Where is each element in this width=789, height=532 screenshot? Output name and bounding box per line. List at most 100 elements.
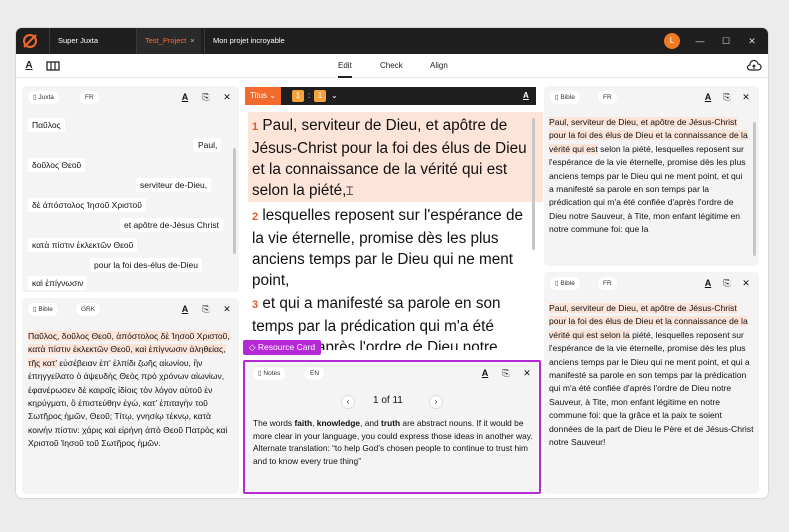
app-window: Super Juxta Project Test_Project × Mon pr… <box>16 28 768 498</box>
next-note-button[interactable]: › <box>429 395 443 409</box>
bible-text-rest: εὐσέβειαν ἐπ’ ἐλπίδι ζωῆς αἰωνίου, ἣν ἐπ… <box>28 357 228 449</box>
text-size-icon[interactable]: A <box>702 91 714 103</box>
mode-align[interactable]: Align <box>430 54 448 78</box>
resource-label: Notes <box>263 370 281 377</box>
text-size-icon[interactable]: A <box>179 303 191 315</box>
mode-check[interactable]: Check <box>380 54 403 78</box>
verse-number: 1 <box>252 121 259 133</box>
mode-toolbar: A Edit Check Align <box>16 54 768 78</box>
juxta-greek-line: Παῦλος <box>28 118 65 132</box>
close-icon[interactable]: ✕ <box>740 91 752 103</box>
verse-selector[interactable]: 1 <box>314 90 326 102</box>
note-pager: 1 of 11 <box>373 395 403 406</box>
window-close-button[interactable]: ✕ <box>740 28 764 54</box>
add-document-icon[interactable]: ⎘ <box>721 91 733 103</box>
cloud-upload-icon[interactable] <box>746 58 762 74</box>
chapter-selector[interactable]: 1 <box>292 90 304 102</box>
text-size-icon[interactable]: A <box>523 87 529 105</box>
french-bible-panel-bottom: ▯ Bible FR A ⎘ ✕ Paul, serviteur de Dieu… <box>544 272 759 494</box>
french-bible-panel-top: ▯ Bible FR A ⎘ ✕ Paul, serviteur de Dieu… <box>544 86 759 266</box>
bible-text: Paul, serviteur de Dieu, et apôtre de Jé… <box>549 302 754 449</box>
note-term: faith <box>294 418 313 428</box>
verse-text: Paul, serviteur de Dieu, et apôtre de Jé… <box>252 117 527 199</box>
juxta-greek-line: κατὰ πίστιν ἐκλεκτῶν Θεοῦ <box>28 238 138 252</box>
verse-editor-2[interactable]: 2 lesquelles reposent sur l'espérance de… <box>248 202 543 294</box>
greek-bible-panel: ▯ Bible GRK A ⎘ ✕ Παῦλος, δοῦλος Θεοῦ, ἀ… <box>22 298 239 494</box>
editor-header: Titus ⌄ 1 : 1 ⌄ A <box>245 87 536 105</box>
resource-label: Bible <box>560 94 575 101</box>
juxta-translation-line: Paul, <box>194 138 222 152</box>
text-size-icon[interactable]: A <box>479 367 491 379</box>
juxta-greek-line: δοῦλος Θεοῦ <box>28 158 86 172</box>
maximize-button[interactable]: ☐ <box>714 28 738 54</box>
verse-number: 3 <box>252 299 259 311</box>
resource-label: Bible <box>38 306 53 313</box>
scrollbar[interactable] <box>532 118 535 250</box>
text-size-icon[interactable]: A <box>702 277 714 289</box>
book-name: Titus <box>250 91 268 100</box>
add-document-icon[interactable]: ⎘ <box>500 367 512 379</box>
panel-header: ▯ Bible FR A ⎘ ✕ <box>544 272 759 294</box>
book-selector[interactable]: Titus ⌄ <box>245 87 281 105</box>
language-chip[interactable]: GRK <box>76 303 101 316</box>
panel-header: ▯ Juxta FR A ⎘ ✕ <box>22 86 239 108</box>
diamond-icon: ◇ <box>249 342 258 352</box>
juxta-translation-line: serviteur de-Dieu, <box>136 178 212 192</box>
add-document-icon[interactable]: ⎘ <box>200 91 212 103</box>
columns-icon[interactable] <box>45 58 61 74</box>
tab-label: Mon projet incroyable <box>213 36 285 45</box>
tab-mon-projet-incroyable[interactable]: Mon projet incroyable <box>204 28 299 54</box>
close-icon[interactable]: ✕ <box>221 303 233 315</box>
avatar[interactable]: L <box>664 33 680 49</box>
panel-header: ▯ Bible FR A ⎘ ✕ <box>544 86 759 108</box>
panel-header: ▯ Notes EN A ⎘ ✕ <box>245 362 539 384</box>
note-text-part: The words <box>253 418 295 428</box>
text-cursor-icon: Ɪ <box>346 184 354 198</box>
tab-super-juxta-project[interactable]: Super Juxta Project <box>49 28 129 71</box>
juxta-translation-line: et apôtre de-Jésus Christ <box>120 218 223 232</box>
add-document-icon[interactable]: ⎘ <box>721 277 733 289</box>
chapter-verse-separator: : <box>308 91 311 100</box>
close-tab-icon[interactable]: × <box>190 36 194 45</box>
close-icon[interactable]: ✕ <box>740 277 752 289</box>
scrollbar[interactable] <box>753 122 756 256</box>
minimize-button[interactable]: — <box>688 28 712 54</box>
close-icon[interactable]: ✕ <box>221 91 233 103</box>
language-chip[interactable]: FR <box>80 91 99 104</box>
resource-card: ▯ Notes EN A ⎘ ✕ ‹ 1 of 11 › The words f… <box>243 360 541 494</box>
note-term: truth <box>381 418 401 428</box>
tab-test-project[interactable]: Test_Project × <box>136 28 201 54</box>
bible-text-rest: selon la piété, lesquelles reposent sur … <box>549 143 746 235</box>
language-chip[interactable]: FR <box>598 91 617 104</box>
resource-chip[interactable]: ▯ Bible <box>28 303 58 316</box>
language-chip[interactable]: EN <box>305 367 325 380</box>
resource-chip[interactable]: ▯ Juxta <box>28 91 59 104</box>
resource-chip[interactable]: ▯ Bible <box>550 91 580 104</box>
scrollbar[interactable] <box>233 148 236 254</box>
close-icon[interactable]: ✕ <box>521 367 533 379</box>
resource-label: Bible <box>560 280 575 287</box>
note-text: The words faith, knowledge, and truth ar… <box>253 417 535 468</box>
bible-text: Paul, serviteur de Dieu, et apôtre de Jé… <box>549 116 749 264</box>
resource-chip[interactable]: ▯ Notes <box>253 367 286 380</box>
resource-card-label: ◇ Resource Card <box>243 340 322 355</box>
juxta-greek-line: καὶ ἐπίγνωσιν <box>28 276 88 290</box>
title-bar: Super Juxta Project Test_Project × Mon pr… <box>16 28 768 71</box>
resource-card-title: Resource Card <box>257 342 316 352</box>
verse-editor-1[interactable]: 1 Paul, serviteur de Dieu, et apôtre de … <box>248 112 543 202</box>
prev-note-button[interactable]: ‹ <box>341 395 355 409</box>
note-term: knowledge <box>316 418 361 428</box>
language-chip[interactable]: FR <box>598 277 617 290</box>
resource-chip[interactable]: ▯ Bible <box>550 277 580 290</box>
verse-number: 2 <box>252 211 259 223</box>
mode-edit[interactable]: Edit <box>338 54 352 78</box>
juxta-greek-line: δὲ ἀπόστολος Ἰησοῦ Χριστοῦ <box>28 198 146 212</box>
resource-label: Juxta <box>38 94 54 101</box>
note-text-part: , and <box>360 418 382 428</box>
font-size-icon[interactable]: A <box>21 58 37 74</box>
chevron-down-icon[interactable]: ⌄ <box>331 87 338 105</box>
bible-text: Παῦλος, δοῦλος Θεοῦ, ἀπόστολος δὲ Ἰησοῦ … <box>28 330 233 451</box>
text-size-icon[interactable]: A <box>179 91 191 103</box>
add-document-icon[interactable]: ⎘ <box>200 303 212 315</box>
panel-header: ▯ Bible GRK A ⎘ ✕ <box>22 298 239 320</box>
